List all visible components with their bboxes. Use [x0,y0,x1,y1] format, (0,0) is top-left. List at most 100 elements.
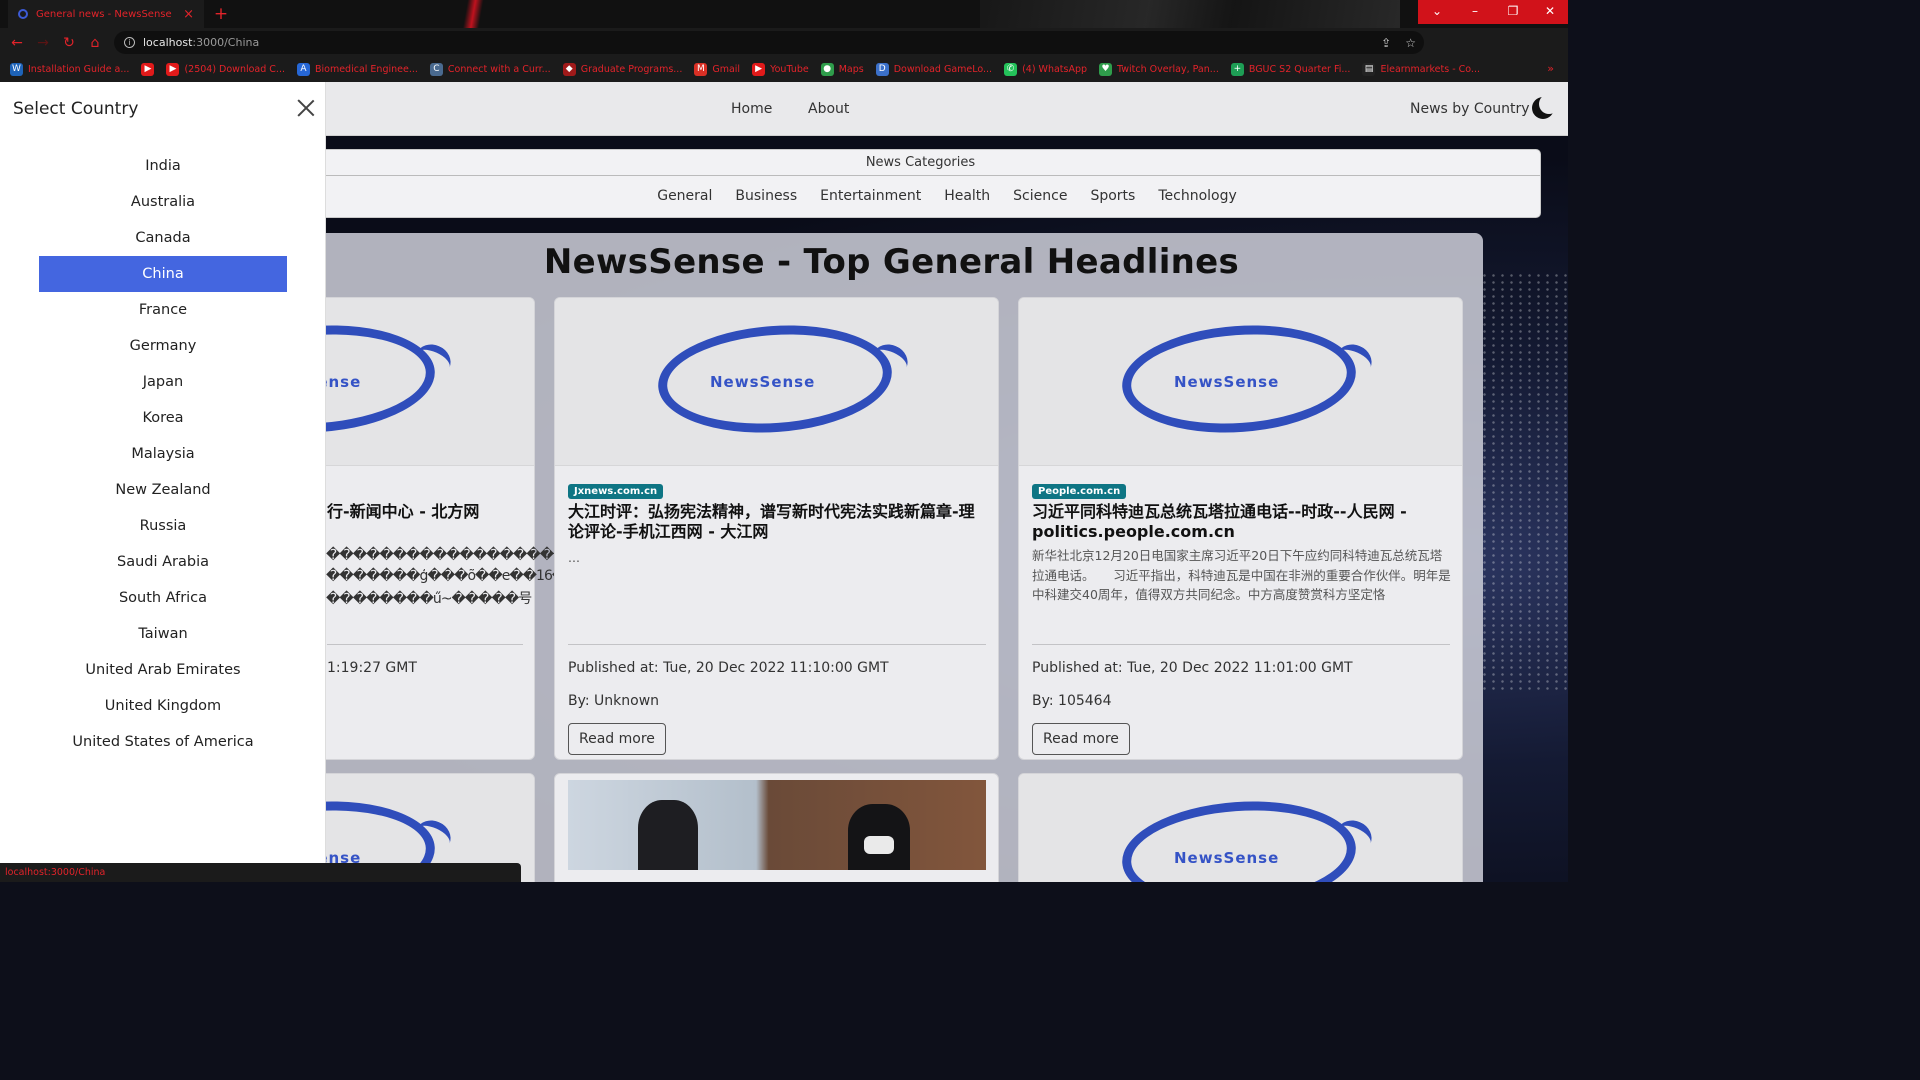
news-by-country-button[interactable]: News by Country [1410,101,1530,117]
bookmarks-overflow-icon[interactable]: » [1547,62,1554,75]
newssense-favicon-icon [18,9,28,19]
url-host: localhost [143,36,193,49]
categories-title: News Categories [301,150,1540,176]
wallpaper-streak [980,0,1400,28]
person-figure [638,800,698,870]
bookmark-label: Download GameLo... [893,64,993,75]
youtube-icon: ▶ [752,63,766,76]
country-option[interactable]: France [39,292,287,328]
bookmark-item[interactable]: ▶ (2504) Download C... [166,63,285,76]
site-info-icon[interactable]: i [124,37,135,48]
card-published: Published at: Tue, 20 Dec 2022 11:10:00 … [568,660,889,676]
page-title: NewsSense - Top General Headlines [543,242,1240,282]
gmail-icon: M [694,63,708,76]
bookmark-item[interactable]: ◆ Graduate Programs... [562,63,682,76]
card-published: Published at: Tue, 20 Dec 2022 11:01:00 … [1032,660,1353,676]
card-description: ... [568,550,580,565]
bookmark-item[interactable]: A Biomedical Enginee... [296,63,418,76]
site-icon: C [429,63,443,76]
country-option[interactable]: Japan [39,364,287,400]
category-science[interactable]: Science [1013,188,1067,204]
nav-home-link[interactable]: Home [731,101,772,117]
category-technology[interactable]: Technology [1158,188,1236,204]
reload-icon[interactable]: ↻ [56,35,82,51]
category-general[interactable]: General [657,188,712,204]
category-health[interactable]: Health [944,188,990,204]
country-option[interactable]: United Arab Emirates [39,652,287,688]
bookmark-label: Twitch Overlay, Pan... [1117,64,1219,75]
card-divider [327,644,523,645]
card-description: 新华社北京12月20日电国家主席习近平20日下午应约同科特迪瓦总统瓦塔拉通电话。… [1032,548,1451,602]
category-business[interactable]: Business [735,188,797,204]
site-icon: ◆ [562,63,576,76]
country-option[interactable]: Taiwan [39,616,287,652]
category-sports[interactable]: Sports [1090,188,1135,204]
new-tab-button[interactable]: + [211,4,231,24]
url-input[interactable]: i localhost:3000/China ⇪ ☆ [114,31,1424,54]
category-entertainment[interactable]: Entertainment [820,188,921,204]
country-option[interactable]: Malaysia [39,436,287,472]
close-window-button[interactable]: ✕ [1532,0,1568,24]
status-bar: localhost:3000/China [0,863,521,882]
card-image: NewsSense [1019,298,1462,466]
bookmark-item[interactable]: ✆ (4) WhatsApp [1004,63,1087,76]
country-option[interactable]: Germany [39,328,287,364]
country-option[interactable]: China [39,256,287,292]
tab-title: General news - NewsSense [36,8,172,20]
close-icon[interactable] [297,99,315,117]
bookmark-label: BGUC S2 Quarter Fi... [1248,64,1351,75]
bookmark-label: YouTube [770,64,809,75]
nav-about-link[interactable]: About [808,101,849,117]
bookmark-label: Installation Guide a... [28,64,130,75]
home-icon[interactable]: ⌂ [82,35,108,51]
logo-text: NewsSense [1174,849,1280,867]
bookmark-label: Gmail [712,64,741,75]
tab-close-icon[interactable]: × [183,7,204,22]
bookmark-item[interactable]: W Installation Guide a... [10,63,129,76]
country-option[interactable]: India [39,148,287,184]
country-option[interactable]: United States of America [39,724,287,760]
browser-tab[interactable]: General news - NewsSense × [8,0,204,28]
face-mask [864,836,894,854]
country-option[interactable]: Saudi Arabia [39,544,287,580]
card-divider [1032,644,1450,645]
bookmark-item[interactable]: D Download GameLo... [875,63,993,76]
site-icon: D [875,63,889,76]
tab-search-button[interactable]: ⌄ [1418,0,1456,24]
bookmark-item[interactable]: ▤ Elearnmarkets - Co... [1362,63,1480,76]
bookmark-label: (2504) Download C... [184,64,285,75]
back-arrow-icon[interactable]: ← [4,35,30,51]
share-icon[interactable]: ⇪ [1381,36,1391,50]
country-option[interactable]: South Africa [39,580,287,616]
news-card [554,773,999,882]
card-description-line: ������������������ [326,547,567,563]
bookmark-star-icon[interactable]: ☆ [1405,36,1416,50]
restore-button[interactable]: ❐ [1494,0,1532,24]
bookmark-item[interactable]: ▶ [141,63,155,76]
bookmark-item[interactable]: ● Maps [820,63,864,76]
youtube-icon: ▶ [141,63,155,76]
card-photo [568,780,986,870]
news-card: NewsSense [1018,773,1463,882]
country-option[interactable]: New Zealand [39,472,287,508]
country-option[interactable]: Korea [39,400,287,436]
wallpaper-streak [430,0,520,28]
country-option[interactable]: Russia [39,508,287,544]
read-more-button[interactable]: Read more [1032,723,1130,755]
country-option[interactable]: Canada [39,220,287,256]
bookmark-item[interactable]: + BGUC S2 Quarter Fi... [1230,63,1351,76]
bookmark-item[interactable]: ♥ Twitch Overlay, Pan... [1099,63,1219,76]
dark-mode-moon-icon[interactable] [1532,94,1559,119]
forward-arrow-icon[interactable]: → [30,35,56,51]
minimize-button[interactable]: – [1456,0,1494,24]
sidebar-title: Select Country [13,99,139,119]
bookmark-item[interactable]: M Gmail [694,63,740,76]
bookmark-item[interactable]: ▶ YouTube [752,63,809,76]
bookmark-item[interactable]: C Connect with a Curr... [429,63,551,76]
country-option[interactable]: United Kingdom [39,688,287,724]
source-badge: People.com.cn [1032,484,1127,499]
country-option[interactable]: Australia [39,184,287,220]
country-sidebar: Select Country India Australia Canada China… [0,82,326,882]
maps-icon: ● [820,63,834,76]
read-more-button[interactable]: Read more [568,723,666,755]
